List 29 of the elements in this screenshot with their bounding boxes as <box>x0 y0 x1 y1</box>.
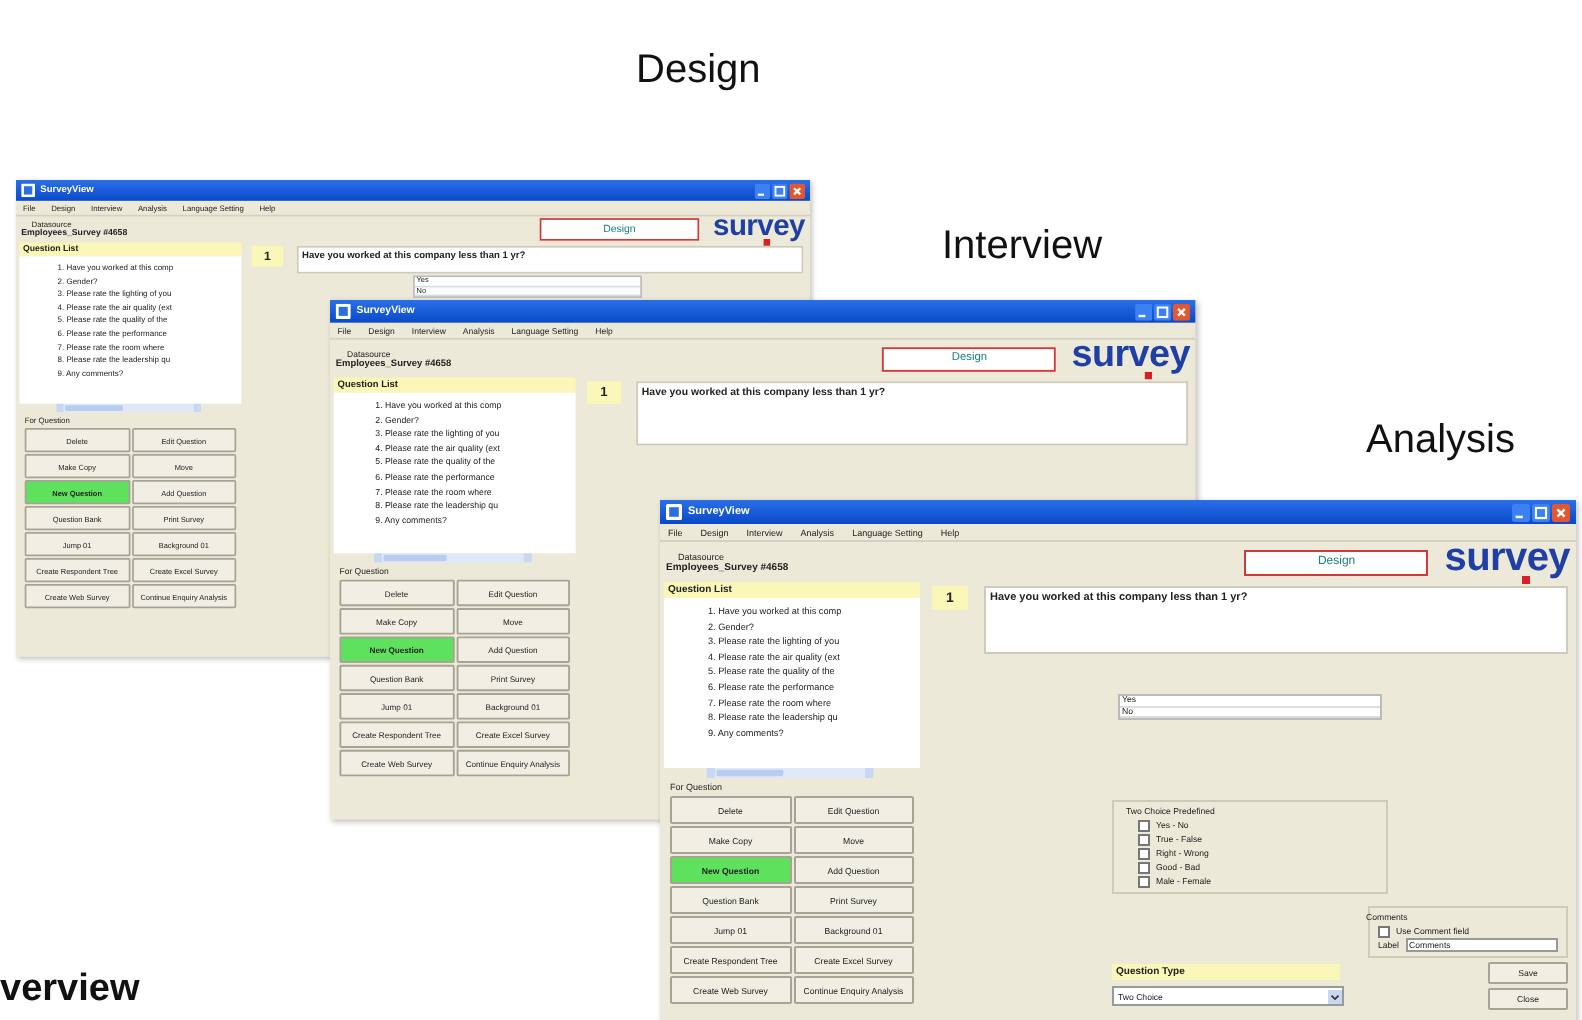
checkbox[interactable] <box>1138 847 1150 860</box>
app-icon <box>21 183 36 198</box>
minimize-icon <box>754 182 771 199</box>
minimize-icon <box>1135 302 1153 320</box>
checkbox[interactable] <box>1138 875 1150 888</box>
section-caption: Analysis <box>1366 418 1515 464</box>
section-caption: Interview <box>942 224 1103 270</box>
logo-text: survey <box>713 213 805 239</box>
checkbox[interactable] <box>1138 833 1150 846</box>
close-icon <box>1172 302 1190 320</box>
close-icon <box>1552 503 1570 521</box>
logo-mark-icon <box>1522 576 1530 584</box>
logo-text: survey <box>1444 540 1570 576</box>
section-caption: Design <box>636 48 761 94</box>
checkbox[interactable] <box>1378 925 1390 938</box>
section-heading: verview <box>0 968 140 1012</box>
logo-mark-icon <box>1144 371 1153 380</box>
checkbox[interactable] <box>1138 861 1150 874</box>
dropdown-arrow-icon <box>1328 989 1342 1004</box>
app-icon <box>335 303 351 319</box>
checkbox[interactable] <box>1138 819 1150 832</box>
app-icon <box>666 504 682 520</box>
maximize-icon <box>1532 503 1550 521</box>
logo-mark-icon <box>763 238 771 245</box>
minimize-icon <box>1512 503 1530 521</box>
maximize-icon <box>1154 302 1172 320</box>
maximize-icon <box>772 182 788 199</box>
close-icon <box>789 182 805 199</box>
logo-text: survey <box>1071 337 1190 372</box>
